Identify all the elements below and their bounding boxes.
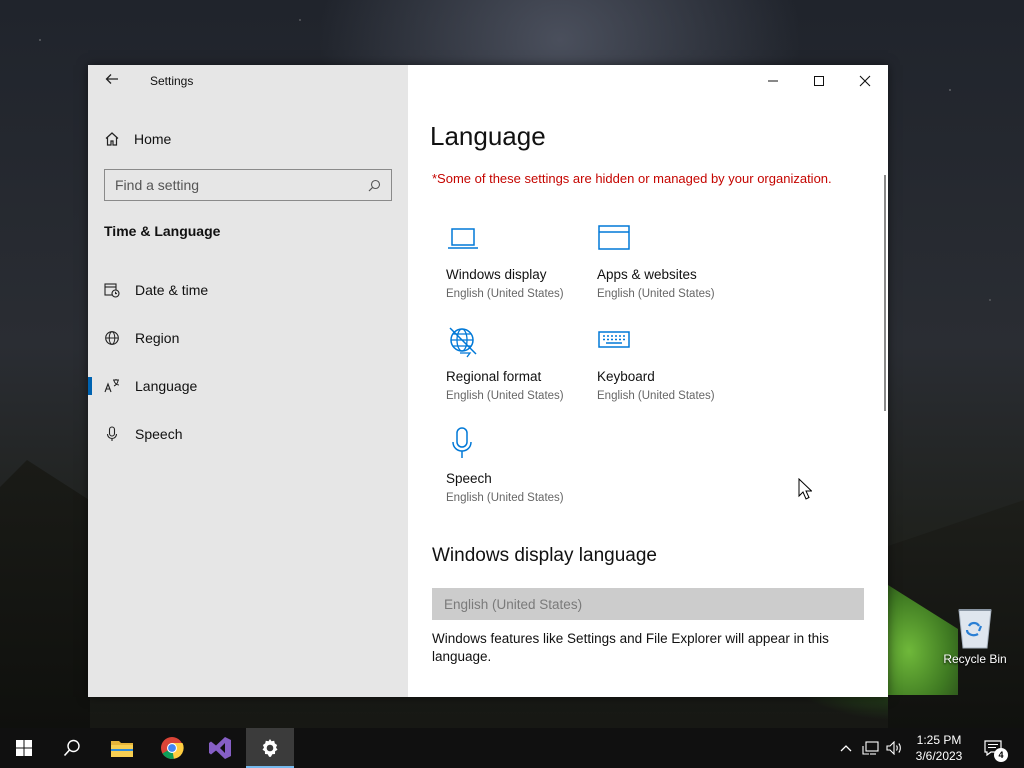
home-nav-item[interactable]: Home [104, 128, 171, 150]
close-button[interactable] [842, 65, 888, 97]
taskbar-file-explorer[interactable] [98, 728, 146, 768]
sidebar-item-speech[interactable]: Speech [88, 417, 408, 451]
taskbar-visual-studio[interactable] [196, 728, 244, 768]
search-icon [63, 739, 80, 757]
tile-name: Keyboard [597, 369, 655, 384]
taskbar-chrome[interactable] [148, 728, 196, 768]
tile-name: Speech [446, 471, 492, 486]
tile-name: Windows display [446, 267, 547, 282]
mouse-cursor-icon [798, 477, 813, 505]
minimize-button[interactable] [750, 65, 796, 97]
sidebar-item-region[interactable]: Region [88, 321, 408, 355]
display-language-value: English (United States) [444, 596, 583, 612]
clock-date: 3/6/2023 [915, 749, 963, 763]
tile-subtitle: English (United States) [597, 390, 715, 402]
org-managed-warning: *Some of these settings are hidden or ma… [432, 171, 832, 186]
microphone-icon [446, 427, 480, 461]
window-icon [597, 223, 631, 257]
tile-keyboard[interactable]: Keyboard English (United States) [597, 325, 747, 417]
taskbar-clock[interactable]: 1:25 PM 3/6/2023 [906, 732, 972, 764]
home-label: Home [134, 131, 172, 147]
maximize-icon [814, 76, 824, 86]
network-icon[interactable] [861, 738, 881, 758]
laptop-icon [446, 223, 480, 257]
tile-apps-websites[interactable]: Apps & websites English (United States) [597, 223, 747, 315]
sidebar-item-label: Date & time [135, 282, 209, 298]
sidebar: Settings Home Find a setting Time & Lang… [88, 65, 408, 697]
tile-name: Regional format [446, 369, 542, 384]
recycle-bin-icon [958, 609, 992, 649]
taskbar-search-button[interactable] [48, 728, 96, 768]
home-icon [105, 132, 119, 146]
display-language-dropdown[interactable]: English (United States) [432, 588, 864, 620]
sidebar-item-language[interactable]: Language [88, 369, 408, 403]
settings-window: Settings Home Find a setting Time & Lang… [88, 65, 888, 697]
start-icon [16, 740, 32, 756]
sidebar-item-label: Language [135, 378, 198, 394]
app-title: Settings [150, 74, 194, 88]
tile-name: Apps & websites [597, 267, 697, 282]
calendar-clock-icon [104, 282, 120, 298]
visual-studio-icon [209, 737, 231, 759]
main-content: Language *Some of these settings are hid… [408, 65, 888, 697]
tray-chevron-up-icon[interactable] [836, 738, 856, 758]
display-language-heading: Windows display language [432, 545, 657, 566]
action-center-button[interactable]: 4 [978, 728, 1008, 768]
search-placeholder: Find a setting [115, 177, 200, 193]
tile-subtitle: English (United States) [446, 390, 564, 402]
back-arrow-icon[interactable] [100, 71, 124, 93]
chrome-icon [161, 737, 184, 759]
sidebar-item-label: Region [135, 330, 180, 346]
taskbar-settings[interactable] [246, 728, 294, 768]
regional-globe-icon [446, 325, 480, 359]
tile-subtitle: English (United States) [446, 288, 564, 300]
start-button[interactable] [0, 728, 48, 768]
page-title: Language [430, 121, 546, 151]
volume-icon[interactable] [884, 738, 904, 758]
wallpaper-mountain-left [0, 460, 90, 730]
sidebar-item-label: Speech [135, 426, 183, 442]
scrollbar[interactable] [884, 175, 886, 411]
search-input[interactable]: Find a setting [104, 169, 392, 201]
section-title: Time & Language [104, 223, 221, 239]
tile-speech[interactable]: Speech English (United States) [446, 427, 596, 519]
tile-regional-format[interactable]: Regional format English (United States) [446, 325, 596, 417]
tile-windows-display[interactable]: Windows display English (United States) [446, 223, 596, 315]
tile-subtitle: English (United States) [597, 288, 715, 300]
file-explorer-icon [111, 741, 133, 757]
notification-count-badge: 4 [994, 748, 1008, 762]
recycle-bin-label: Recycle Bin [943, 652, 1007, 666]
taskbar: 1:25 PM 3/6/2023 4 [0, 728, 1024, 768]
clock-time: 1:25 PM [916, 733, 962, 747]
search-icon [368, 179, 381, 191]
keyboard-icon [597, 325, 631, 359]
globe-icon [104, 330, 120, 346]
maximize-button[interactable] [796, 65, 842, 97]
close-icon [859, 75, 871, 87]
settings-gear-icon [262, 739, 278, 757]
sidebar-item-date-time[interactable]: Date & time [88, 273, 408, 307]
minimize-icon [768, 80, 778, 82]
display-language-description: Windows features like Settings and File … [432, 631, 829, 664]
language-icon [104, 378, 120, 394]
recycle-bin-desktop-icon[interactable]: Recycle Bin [940, 600, 1010, 670]
tile-subtitle: English (United States) [446, 492, 564, 504]
microphone-icon [104, 426, 120, 442]
